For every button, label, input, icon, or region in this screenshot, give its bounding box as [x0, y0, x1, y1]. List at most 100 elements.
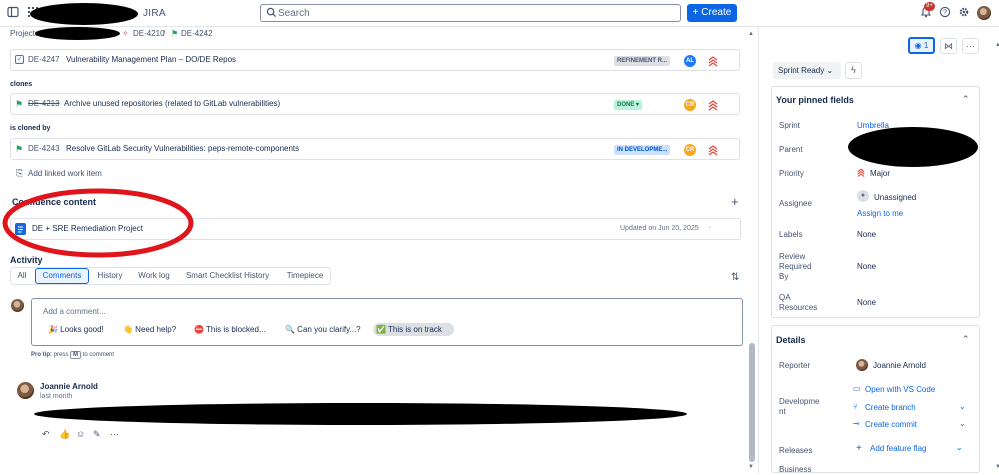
create-commit-link[interactable]: Create commit [865, 420, 917, 429]
linked-item-row[interactable]: ⚑ DE-4243 Resolve GitLab Security Vulner… [10, 138, 740, 160]
releases-label: Releases [779, 446, 813, 455]
chevron-up-icon[interactable]: ⌃ [962, 94, 970, 105]
assignee-avatar: AL [684, 55, 696, 67]
quick-reply-looks-good[interactable]: 🎉 Looks good! [45, 323, 104, 336]
settings-gear-icon[interactable] [957, 6, 971, 20]
linked-item-row[interactable]: ⚑ DE-4213 Archive unused repositories (r… [10, 93, 740, 115]
reply-icon[interactable]: ↶ [42, 429, 50, 440]
add-linked-item-button[interactable]: Add linked work item [28, 169, 102, 178]
status-badge[interactable]: DONE ▾ [614, 100, 643, 110]
assignee-label: Assignee [779, 199, 812, 208]
breadcrumb-current[interactable]: DE-4242 [181, 29, 213, 38]
quick-reply-clarify[interactable]: 🔍 Can you clarify...? [282, 323, 361, 336]
comment-author[interactable]: Joannie Arnold [40, 382, 98, 391]
status-badge[interactable]: REFINEMENT R... [614, 56, 671, 66]
labels-label: Labels [779, 230, 803, 239]
issue-key[interactable]: DE-4213 [28, 99, 60, 108]
search-input[interactable]: Search [260, 4, 681, 22]
scroll-down-arrow-icon[interactable]: ▼ [748, 464, 754, 470]
qa-resources-label: QA Resources [779, 293, 818, 312]
tab-all[interactable]: All [12, 268, 32, 284]
priority-value[interactable]: Major [870, 169, 890, 178]
reporter-label: Reporter [779, 361, 811, 370]
story-icon: ⚑ [15, 144, 24, 154]
pro-tip: Pro tip: press M to comment [31, 351, 115, 359]
sidebar-toggle-icon[interactable] [6, 6, 20, 20]
task-checkbox-icon: ✓ [15, 55, 24, 64]
search-placeholder: Search [278, 8, 310, 19]
activity-heading: Activity [10, 255, 43, 265]
labels-value[interactable]: None [857, 230, 876, 239]
commit-icon: ⊸ [853, 419, 860, 428]
chevron-down-icon[interactable]: ⌄ [959, 402, 966, 411]
pinned-fields-heading[interactable]: Your pinned fields [776, 95, 854, 105]
status-dropdown[interactable]: Sprint Ready ⌄ [773, 62, 841, 79]
breadcrumb-parent[interactable]: DE-4210 [133, 29, 165, 38]
sort-icon[interactable]: ⇅ [731, 272, 739, 283]
create-button[interactable]: + Create [687, 4, 737, 22]
chevron-down-icon[interactable]: ⌄ [959, 419, 966, 428]
unassigned-user-icon: ● [857, 190, 869, 202]
automation-lightning-icon[interactable]: ϟ [845, 62, 862, 79]
create-branch-link[interactable]: Create branch [865, 403, 916, 412]
assignee-value[interactable]: Unassigned [874, 193, 916, 202]
pro-tip-key: M [70, 351, 82, 359]
user-avatar[interactable] [977, 6, 991, 20]
more-icon[interactable]: · [708, 223, 711, 232]
issue-title[interactable]: Resolve GitLab Security Vulnerabilities:… [66, 144, 299, 153]
quick-reply-on-track[interactable]: ✅ This is on track [373, 323, 454, 336]
issue-title[interactable]: Archive unused repositories (related to … [64, 99, 280, 108]
watchers-button[interactable]: ◉ 1 [908, 37, 935, 54]
help-icon[interactable]: ? [938, 6, 952, 20]
tab-timepiece[interactable]: Timepiece [280, 268, 330, 284]
tab-smart-checklist-history[interactable]: Smart Checklist History [180, 268, 275, 284]
edit-icon[interactable]: ✎ [93, 429, 101, 440]
product-name: JIRA [143, 8, 166, 19]
tab-history[interactable]: History [93, 268, 127, 284]
qa-resources-value[interactable]: None [857, 298, 876, 307]
share-icon[interactable]: ⋈ [940, 38, 957, 54]
add-confluence-icon[interactable]: + [731, 194, 739, 209]
emoji-icon[interactable]: ☺ [76, 429, 85, 439]
redacted-comment-body [34, 403, 687, 425]
story-icon: ⚑ [15, 99, 24, 109]
linked-item-row[interactable]: ✓ DE-4247 Vulnerability Management Plan … [10, 49, 740, 71]
review-required-label: Review Required By [779, 252, 812, 281]
development-label: Developme nt [779, 397, 820, 416]
like-icon[interactable]: 👍 [59, 429, 70, 440]
issue-key[interactable]: DE-4247 [28, 55, 60, 64]
more-options-icon[interactable]: ··· [962, 38, 979, 54]
more-actions-icon[interactable]: ··· [110, 429, 119, 439]
issue-title[interactable]: Vulnerability Management Plan – DO/DE Re… [66, 55, 236, 64]
comment-timestamp: last month [40, 393, 73, 400]
reporter-value[interactable]: Joannie Arnold [873, 361, 926, 370]
priority-major-icon [708, 145, 718, 156]
plus-icon: + [856, 443, 862, 454]
comment-author-avatar [17, 382, 34, 399]
comment-input[interactable]: Add a comment... 🎉 Looks good! 👋 Need he… [31, 298, 743, 346]
status-badge[interactable]: IN DEVELOPME... [614, 145, 671, 155]
review-required-value[interactable]: None [857, 262, 876, 271]
epic-icon: ✧ [122, 29, 129, 38]
redacted-parent [848, 127, 978, 167]
breadcrumb-separator: / [163, 29, 166, 38]
main-scrollbar[interactable] [749, 343, 755, 462]
chevron-up-icon[interactable]: ⌃ [962, 334, 970, 345]
link-type-label: clones [10, 81, 33, 88]
quick-reply-blocked[interactable]: ⛔ This is blocked... [191, 323, 266, 336]
scroll-down-arrow-icon[interactable]: ▼ [995, 464, 999, 470]
annotation-circle [2, 188, 194, 258]
details-heading[interactable]: Details [776, 335, 806, 345]
priority-major-icon [857, 168, 865, 177]
tab-comments[interactable]: Comments [35, 268, 89, 284]
scroll-up-arrow-icon[interactable]: ▲ [748, 31, 754, 37]
issue-key[interactable]: DE-4243 [28, 144, 60, 153]
quick-reply-need-help[interactable]: 👋 Need help? [120, 323, 176, 336]
tab-work-log[interactable]: Work log [133, 268, 175, 284]
assign-to-me-link[interactable]: Assign to me [857, 209, 903, 218]
open-vs-code-link[interactable]: Open with VS Code [865, 385, 935, 394]
scroll-up-arrow-icon[interactable]: ▲ [995, 42, 999, 48]
add-feature-flag-link[interactable]: Add feature flag [870, 444, 926, 453]
branch-icon: ⑂ [853, 402, 858, 411]
chevron-down-icon[interactable]: ⌄ [956, 443, 963, 452]
